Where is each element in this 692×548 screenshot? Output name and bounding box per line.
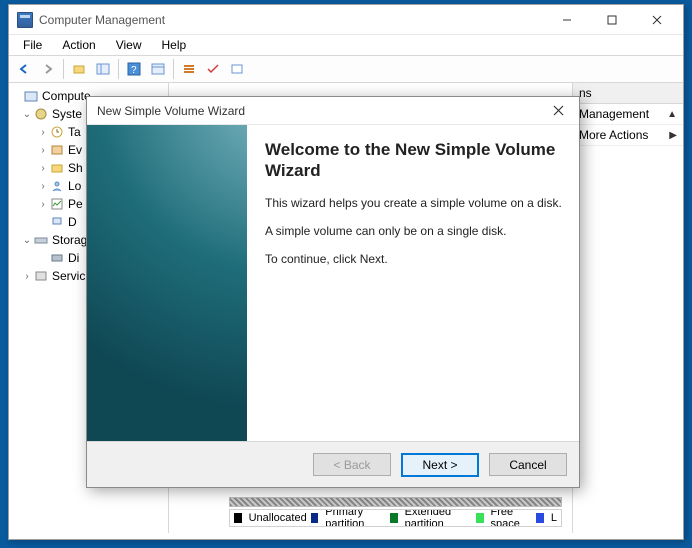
panel-icon[interactable] [92,58,114,80]
close-button[interactable] [634,6,679,34]
wizard-paragraph-3: To continue, click Next. [265,252,563,266]
wizard-titlebar[interactable]: New Simple Volume Wizard [87,97,579,125]
swatch-primary [311,513,319,523]
up-icon[interactable] [68,58,90,80]
expand-icon[interactable]: › [37,127,49,138]
list-icon[interactable] [178,58,200,80]
wizard-footer: < Back Next > Cancel [87,441,579,487]
cancel-button[interactable]: Cancel [489,453,567,476]
actions-management[interactable]: Management▲ [573,104,683,125]
swatch-free [476,513,484,523]
chevron-right-icon: ▶ [669,130,677,141]
wizard-heading: Welcome to the New Simple Volume Wizard [265,139,563,182]
forward-icon[interactable] [37,58,59,80]
menu-action[interactable]: Action [54,37,103,53]
next-button[interactable]: Next > [401,453,479,477]
svg-text:?: ? [131,65,137,76]
collapse-icon[interactable]: ⌄ [21,109,33,120]
wizard-paragraph-2: A simple volume can only be on a single … [265,224,563,238]
legend-bar: Unallocated Primary partition Extended p… [229,509,562,527]
swatch-unallocated [234,513,242,523]
menubar: File Action View Help [9,35,683,55]
wizard-content: Welcome to the New Simple Volume Wizard … [247,125,579,441]
back-icon[interactable] [13,58,35,80]
help-icon[interactable]: ? [123,58,145,80]
app-icon [17,12,33,28]
chevron-up-icon: ▲ [667,109,677,120]
check-icon[interactable] [202,58,224,80]
view-icon[interactable] [147,58,169,80]
wizard-banner [87,125,247,441]
menu-help[interactable]: Help [154,37,195,53]
wizard-paragraph-1: This wizard helps you create a simple vo… [265,196,563,210]
wizard-close-button[interactable] [543,99,573,123]
minimize-button[interactable] [544,6,589,34]
maximize-button[interactable] [589,6,634,34]
toolbar: ? [9,55,683,83]
swatch-logical [536,513,544,523]
back-button: < Back [313,453,391,476]
titlebar[interactable]: Computer Management [9,5,683,35]
actions-header: ns [573,83,683,104]
props-icon[interactable] [226,58,248,80]
disk-strip [229,497,562,507]
wizard-title: New Simple Volume Wizard [97,104,543,118]
swatch-extended [390,513,398,523]
actions-pane: ns Management▲ More Actions▶ [573,83,683,533]
window-title: Computer Management [39,13,544,27]
new-simple-volume-wizard: New Simple Volume Wizard Welcome to the … [86,96,580,488]
menu-file[interactable]: File [15,37,50,53]
menu-view[interactable]: View [108,37,150,53]
actions-more[interactable]: More Actions▶ [573,125,683,146]
